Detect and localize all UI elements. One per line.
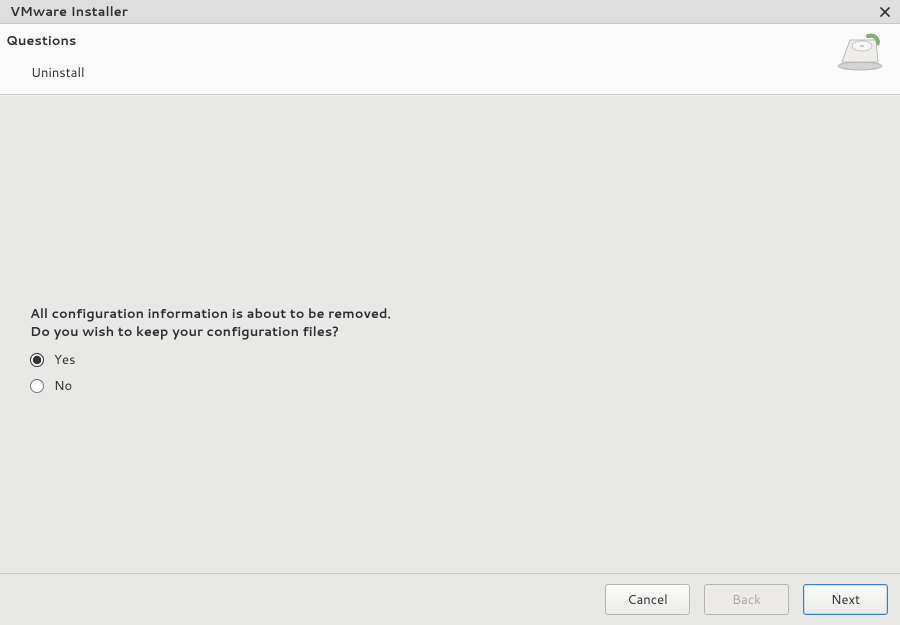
question-text: All configuration information is about t… — [30, 306, 391, 341]
window-title: VMware Installer — [10, 3, 876, 21]
radio-option-yes[interactable]: Yes — [30, 351, 391, 369]
drive-remove-icon — [836, 32, 884, 80]
title-bar: VMware Installer — [0, 0, 900, 24]
wizard-footer: Cancel Back Next — [0, 573, 900, 625]
radio-option-no[interactable]: No — [30, 377, 391, 395]
section-title: Questions — [6, 30, 836, 50]
radio-no-label[interactable]: No — [54, 377, 72, 395]
close-icon — [879, 6, 891, 18]
close-button[interactable] — [876, 3, 894, 21]
question-line-2: Do you wish to keep your configuration f… — [30, 323, 339, 341]
radio-no[interactable] — [30, 379, 44, 393]
question-block: All configuration information is about t… — [30, 306, 391, 403]
section-subtitle: Uninstall — [6, 50, 836, 82]
radio-yes[interactable] — [30, 353, 44, 367]
radio-group: Yes No — [30, 351, 391, 395]
cancel-button[interactable]: Cancel — [605, 584, 690, 615]
wizard-header: Questions Uninstall — [0, 24, 900, 95]
next-button[interactable]: Next — [803, 584, 888, 615]
question-line-1: All configuration information is about t… — [30, 305, 391, 323]
radio-yes-label[interactable]: Yes — [54, 351, 75, 369]
back-button: Back — [704, 584, 789, 615]
wizard-content: All configuration information is about t… — [0, 95, 900, 573]
wizard-header-text: Questions Uninstall — [6, 30, 836, 82]
